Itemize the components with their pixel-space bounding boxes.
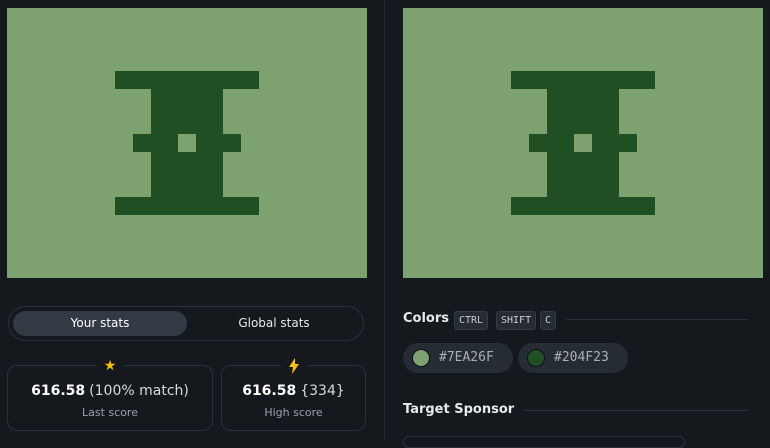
colors-title: Colors — [403, 311, 450, 326]
color-chip-light[interactable]: #7EA26F — [403, 343, 513, 373]
last-score-caption: Last score — [82, 406, 138, 419]
shortcut-key-shift: SHIFT — [496, 311, 537, 330]
target-canvas — [403, 8, 763, 278]
last-score-value: 616.58 — [31, 383, 86, 399]
star-icon: ★ — [97, 356, 123, 376]
sponsor-card[interactable] — [403, 436, 685, 448]
color-chip-dark[interactable]: #204F23 — [518, 343, 628, 373]
last-score-detail: (100% match) — [89, 383, 189, 399]
shortcut-key-ctrl: CTRL — [454, 311, 489, 330]
colors-divider — [566, 319, 748, 320]
lightning-icon — [280, 356, 307, 376]
shape-bottom-bar — [511, 197, 655, 215]
stats-tabs: Your stats Global stats — [8, 306, 364, 341]
shape-bottom-bar — [115, 197, 259, 215]
panel-divider — [384, 0, 385, 440]
output-canvas[interactable] — [7, 8, 367, 278]
color-hex: #7EA26F — [439, 350, 494, 365]
high-score-line: 616.58 {334} — [222, 383, 365, 399]
shape-top-bar — [511, 71, 655, 89]
shape-center-hole — [178, 134, 196, 152]
color-swatch — [412, 349, 430, 367]
last-score-card: ★ 616.58 (100% match) Last score — [7, 356, 213, 431]
high-score-detail: {334} — [300, 383, 345, 399]
high-score-caption: High score — [264, 406, 323, 419]
color-hex: #204F23 — [554, 350, 609, 365]
color-swatch — [527, 349, 545, 367]
shape-center-hole — [574, 134, 592, 152]
high-score-value: 616.58 — [242, 383, 297, 399]
high-score-card: 616.58 {334} High score — [221, 356, 366, 431]
last-score-line: 616.58 (100% match) — [8, 383, 212, 399]
tab-your-stats[interactable]: Your stats — [13, 311, 187, 336]
sponsor-title: Target Sponsor — [403, 402, 515, 417]
shape-top-bar — [115, 71, 259, 89]
tab-global-stats[interactable]: Global stats — [187, 311, 361, 336]
sponsor-divider — [524, 410, 748, 411]
shortcut-key-c: C — [540, 311, 557, 330]
